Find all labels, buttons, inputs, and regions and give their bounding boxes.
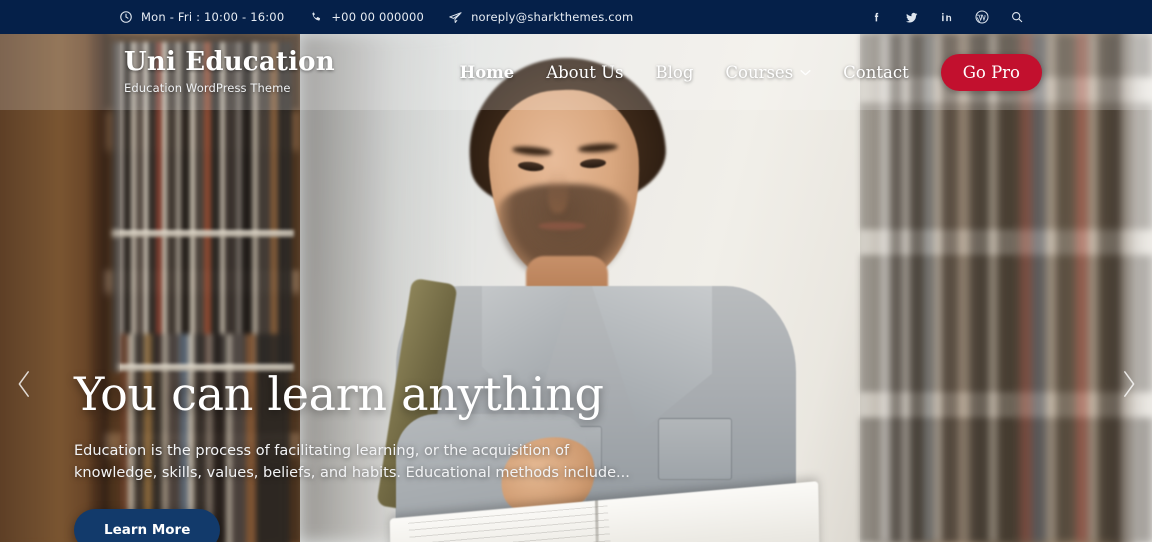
slider-next-button[interactable] [1108, 356, 1148, 412]
email-address-text: noreply@sharkthemes.com [471, 10, 634, 24]
chevron-down-icon [800, 69, 811, 76]
top-bar-contact-info: Mon - Fri : 10:00 - 16:00 +00 00 000000 … [118, 10, 633, 25]
go-pro-button[interactable]: Go Pro [940, 53, 1042, 91]
subject-nose [548, 169, 568, 213]
slide-description: Education is the process of facilitating… [74, 442, 630, 482]
hero-slider: Uni Education Education WordPress Theme … [0, 34, 1152, 542]
wordpress-icon[interactable] [964, 0, 999, 34]
phone-icon [308, 10, 323, 25]
chevron-left-icon [16, 370, 33, 398]
nav-label: About Us [546, 62, 624, 82]
site-tagline: Education WordPress Theme [124, 80, 291, 95]
social-links [859, 0, 1034, 34]
phone-number-text: +00 00 000000 [331, 10, 425, 24]
nav-item-contact[interactable]: Contact [843, 63, 909, 82]
linkedin-icon[interactable] [929, 0, 964, 34]
nav-item-home[interactable]: Home [460, 63, 515, 82]
top-bar: Mon - Fri : 10:00 - 16:00 +00 00 000000 … [0, 0, 1152, 34]
phone-number[interactable]: +00 00 000000 [308, 10, 424, 25]
twitter-icon[interactable] [894, 0, 929, 34]
subject-mouth [538, 222, 586, 230]
site-title: Uni Education [124, 47, 335, 78]
nav-item-courses[interactable]: Courses [725, 63, 811, 82]
search-icon[interactable] [999, 0, 1034, 34]
slide-caption: You can learn anything Education is the … [74, 367, 714, 542]
facebook-icon[interactable] [859, 0, 894, 34]
email-address[interactable]: noreply@sharkthemes.com [448, 10, 633, 25]
site-header: Uni Education Education WordPress Theme … [0, 34, 1152, 110]
slider-prev-button[interactable] [4, 356, 44, 412]
nav-label: Contact [843, 62, 909, 82]
page-root: Mon - Fri : 10:00 - 16:00 +00 00 000000 … [0, 0, 1152, 542]
clock-icon [118, 10, 133, 25]
nav-item-about-us[interactable]: About Us [546, 63, 623, 82]
nav-label: Courses [725, 62, 794, 82]
primary-navigation: Home About Us Blog Courses Contact Go Pr… [428, 34, 1042, 110]
shelf-ledge [112, 230, 294, 237]
slide-title: You can learn anything [74, 367, 604, 421]
nav-item-blog[interactable]: Blog [655, 63, 693, 82]
site-branding[interactable]: Uni Education Education WordPress Theme [124, 47, 335, 95]
chevron-right-icon [1120, 370, 1137, 398]
learn-more-button[interactable]: Learn More [74, 508, 221, 542]
paper-plane-icon [448, 10, 463, 25]
background-right-book-spines [880, 34, 1140, 542]
office-hours-text: Mon - Fri : 10:00 - 16:00 [141, 10, 285, 24]
nav-label: Home [459, 62, 515, 82]
office-hours: Mon - Fri : 10:00 - 16:00 [118, 10, 284, 25]
nav-label: Blog [655, 62, 694, 82]
